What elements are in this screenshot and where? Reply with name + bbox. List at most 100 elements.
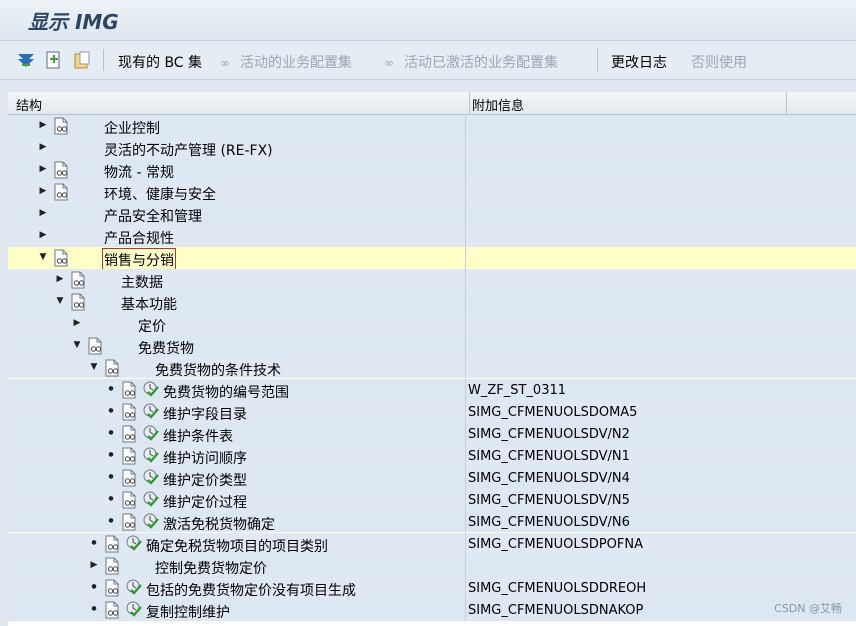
tree-row[interactable]: SIMG_CFMENUOLSDV/N4 ● 维护定价类型 (8, 467, 856, 489)
documentation-icon[interactable] (120, 403, 138, 421)
tree-row[interactable]: SIMG_CFMENUOLSDV/N5 ● 维护定价过程 (8, 489, 856, 511)
column-header-structure[interactable]: 结构 (16, 95, 42, 114)
execute-activity-icon[interactable] (125, 600, 143, 618)
tree-row[interactable]: ▶ 灵活的不动产管理 (RE-FX) (8, 137, 856, 159)
tree-node-label[interactable]: 确定免税货物项目的项目类别 (146, 536, 328, 556)
documentation-icon[interactable] (69, 271, 87, 289)
documentation-icon[interactable] (120, 381, 138, 399)
tree-row[interactable]: W_ZF_ST_0311 ● 免费货物的编号范围 (8, 379, 856, 401)
execute-activity-icon[interactable] (142, 380, 160, 398)
expand-arrow-icon[interactable]: ▶ (38, 230, 48, 240)
tree-row[interactable]: ▶ 定价 (8, 313, 856, 335)
documentation-icon[interactable] (103, 601, 121, 619)
tree-node-label[interactable]: 定价 (138, 316, 166, 336)
tree-row[interactable]: SIMG_CFMENUOLSDPOFNA ● 确定免税货物项目的项目类别 (8, 533, 856, 555)
execute-activity-icon[interactable] (142, 424, 160, 442)
expand-arrow-icon[interactable]: ▶ (72, 318, 82, 328)
documentation-icon[interactable] (120, 491, 138, 509)
tree-node-label[interactable]: 产品合规性 (104, 228, 174, 248)
expand-arrow-icon[interactable]: ▶ (38, 164, 48, 174)
tree-row[interactable]: ▶ 主数据 (8, 269, 856, 291)
tree-row[interactable]: ▼ 免费货物 (8, 335, 856, 357)
tree-row[interactable]: ▶ 产品合规性 (8, 225, 856, 247)
existing-bc-set-button[interactable]: 现有的 BC 集 (118, 52, 202, 72)
clipboard-icon[interactable] (72, 50, 92, 70)
column-header-info[interactable]: 附加信息 (472, 95, 524, 114)
otherwise-use-button[interactable]: 否则使用 (691, 52, 747, 72)
documentation-icon[interactable] (52, 183, 70, 201)
collapse-arrow-icon[interactable]: ▼ (89, 362, 99, 372)
tree-node-label[interactable]: 维护字段目录 (163, 404, 247, 424)
tree-row[interactable]: SIMG_CFMENUOLSDV/N1 ● 维护访问顺序 (8, 445, 856, 467)
execute-activity-icon[interactable] (142, 402, 160, 420)
tree-node-label[interactable]: 复制控制维护 (146, 602, 230, 622)
tree-node-label[interactable]: 维护访问顺序 (163, 448, 247, 468)
collapse-arrow-icon[interactable]: ▼ (55, 296, 65, 306)
documentation-icon[interactable] (103, 535, 121, 553)
documentation-icon[interactable] (52, 161, 70, 179)
expand-all-icon[interactable] (16, 50, 36, 70)
documentation-icon[interactable] (69, 293, 87, 311)
execute-activity-icon[interactable] (125, 534, 143, 552)
expand-arrow-icon[interactable]: ▶ (38, 208, 48, 218)
activated-bc-set-button[interactable]: ∞ 活动已激活的业务配置集 (384, 52, 558, 72)
tree-row[interactable]: ▼ 免费货物的条件技术 (8, 357, 856, 379)
tree-row[interactable]: ▼ 基本功能 (8, 291, 856, 313)
tree-node-label[interactable]: 维护定价过程 (163, 492, 247, 512)
collapse-arrow-icon[interactable]: ▼ (72, 340, 82, 350)
tree-row[interactable]: ▼ 销售与分销 (8, 247, 856, 272)
tree-row[interactable]: SIMG_CFMENUOLSDDREOH ● 包括的免费货物定价没有项目生成 (8, 577, 856, 599)
active-bc-set-button[interactable]: ∞ 活动的业务配置集 (220, 52, 352, 72)
tree-row[interactable]: ▶ 控制免费货物定价 (8, 555, 856, 577)
execute-activity-icon[interactable] (142, 490, 160, 508)
tree-row[interactable]: ▶ 环境、健康与安全 (8, 181, 856, 203)
tree-row[interactable]: ▶ 物流 - 常规 (8, 159, 856, 181)
documentation-icon[interactable] (120, 513, 138, 531)
tree-node-label[interactable]: 维护条件表 (163, 426, 233, 446)
change-log-button[interactable]: 更改日志 (611, 52, 667, 72)
tree-row[interactable]: SIMG_CFMENUOLSDNAKOP ● 复制控制维护 (8, 599, 856, 621)
tree-row[interactable]: ▶ 企业控制 (8, 115, 856, 137)
tree-node-label[interactable]: 激活免税货物确定 (163, 514, 275, 534)
collapse-arrow-icon[interactable]: ▼ (38, 252, 48, 262)
tree-row[interactable]: SIMG_CFMENUOLSDV/N6 ● 激活免税货物确定 (8, 511, 856, 533)
expand-arrow-icon[interactable]: ▶ (38, 142, 48, 152)
tree-node-label[interactable]: 企业控制 (104, 118, 160, 138)
column-divider[interactable] (786, 92, 787, 114)
tree-row[interactable]: SIMG_CFMENUOLSDV/N2 ● 维护条件表 (8, 423, 856, 445)
tree-node-label[interactable]: 产品安全和管理 (104, 206, 202, 226)
tree-node-label[interactable]: 销售与分销 (102, 248, 176, 272)
tree-node-label[interactable]: 灵活的不动产管理 (RE-FX) (104, 140, 273, 160)
documentation-icon[interactable] (120, 469, 138, 487)
tree-node-label[interactable]: 免费货物 (138, 338, 194, 358)
documentation-icon[interactable] (103, 557, 121, 575)
tree-node-label[interactable]: 环境、健康与安全 (104, 184, 216, 204)
expand-arrow-icon[interactable]: ▶ (38, 120, 48, 130)
document-plus-icon[interactable] (44, 50, 64, 70)
expand-arrow-icon[interactable]: ▶ (89, 560, 99, 570)
expand-arrow-icon[interactable]: ▶ (38, 186, 48, 196)
tree-node-label[interactable]: 控制免费货物定价 (155, 558, 267, 578)
documentation-icon[interactable] (103, 359, 121, 377)
expand-arrow-icon[interactable]: ▶ (55, 274, 65, 284)
documentation-icon[interactable] (52, 117, 70, 135)
column-divider[interactable] (469, 92, 470, 114)
documentation-icon[interactable] (86, 337, 104, 355)
tree-row[interactable]: SIMG_CFMENUOLSDOMA5 ● 维护字段目录 (8, 401, 856, 423)
tree-node-label[interactable]: 免费货物的条件技术 (155, 360, 281, 380)
execute-activity-icon[interactable] (125, 578, 143, 596)
tree-row[interactable]: ▶ 产品安全和管理 (8, 203, 856, 225)
tree-node-label[interactable]: 包括的免费货物定价没有项目生成 (146, 580, 356, 600)
tree-node-label[interactable]: 主数据 (121, 272, 163, 292)
tree-node-label[interactable]: 基本功能 (121, 294, 177, 314)
execute-activity-icon[interactable] (142, 446, 160, 464)
tree-node-label[interactable]: 维护定价类型 (163, 470, 247, 490)
tree-node-label[interactable]: 物流 - 常规 (104, 162, 174, 182)
execute-activity-icon[interactable] (142, 468, 160, 486)
documentation-icon[interactable] (120, 447, 138, 465)
execute-activity-icon[interactable] (142, 512, 160, 530)
documentation-icon[interactable] (52, 249, 70, 267)
documentation-icon[interactable] (120, 425, 138, 443)
documentation-icon[interactable] (103, 579, 121, 597)
tree-node-label[interactable]: 免费货物的编号范围 (163, 382, 289, 402)
